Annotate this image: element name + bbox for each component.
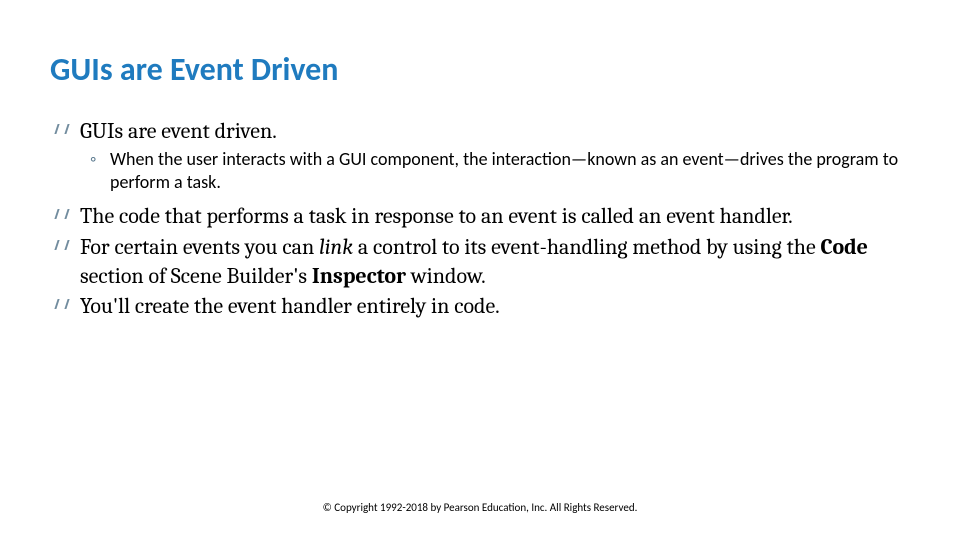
sub-bullet-text: When the user interacts with a GUI compo… <box>110 148 898 193</box>
bullet-text: The code that performs a task in respons… <box>80 203 793 229</box>
sub-bullet-item: When the user interacts with a GUI compo… <box>50 148 910 195</box>
bullet-text-part: a control to its event-handling method b… <box>353 234 820 260</box>
bold-word: Code <box>820 234 867 260</box>
italic-word: link <box>319 234 353 260</box>
bullet-item: You'll create the event handler entirely… <box>50 292 910 321</box>
bullet-item: The code that performs a task in respons… <box>50 202 910 231</box>
bullet-text: You'll create the event handler entirely… <box>80 293 500 319</box>
bullet-item: For certain events you can link a contro… <box>50 233 910 290</box>
bold-word: Inspector <box>312 263 406 289</box>
bullet-text-part: section of Scene Builder's <box>80 263 312 289</box>
slide-body: GUIs are event driven. When the user int… <box>50 117 910 321</box>
slide-title: GUIs are Event Driven <box>50 50 910 89</box>
copyright-footer: © Copyright 1992-2018 by Pearson Educati… <box>0 501 960 514</box>
bullet-item: GUIs are event driven. <box>50 117 910 146</box>
bullet-text-part: For certain events you can <box>80 234 319 260</box>
bullet-text: GUIs are event driven. <box>80 118 277 144</box>
bullet-text-part: window. <box>406 263 486 289</box>
slide: GUIs are Event Driven GUIs are event dri… <box>0 0 960 321</box>
